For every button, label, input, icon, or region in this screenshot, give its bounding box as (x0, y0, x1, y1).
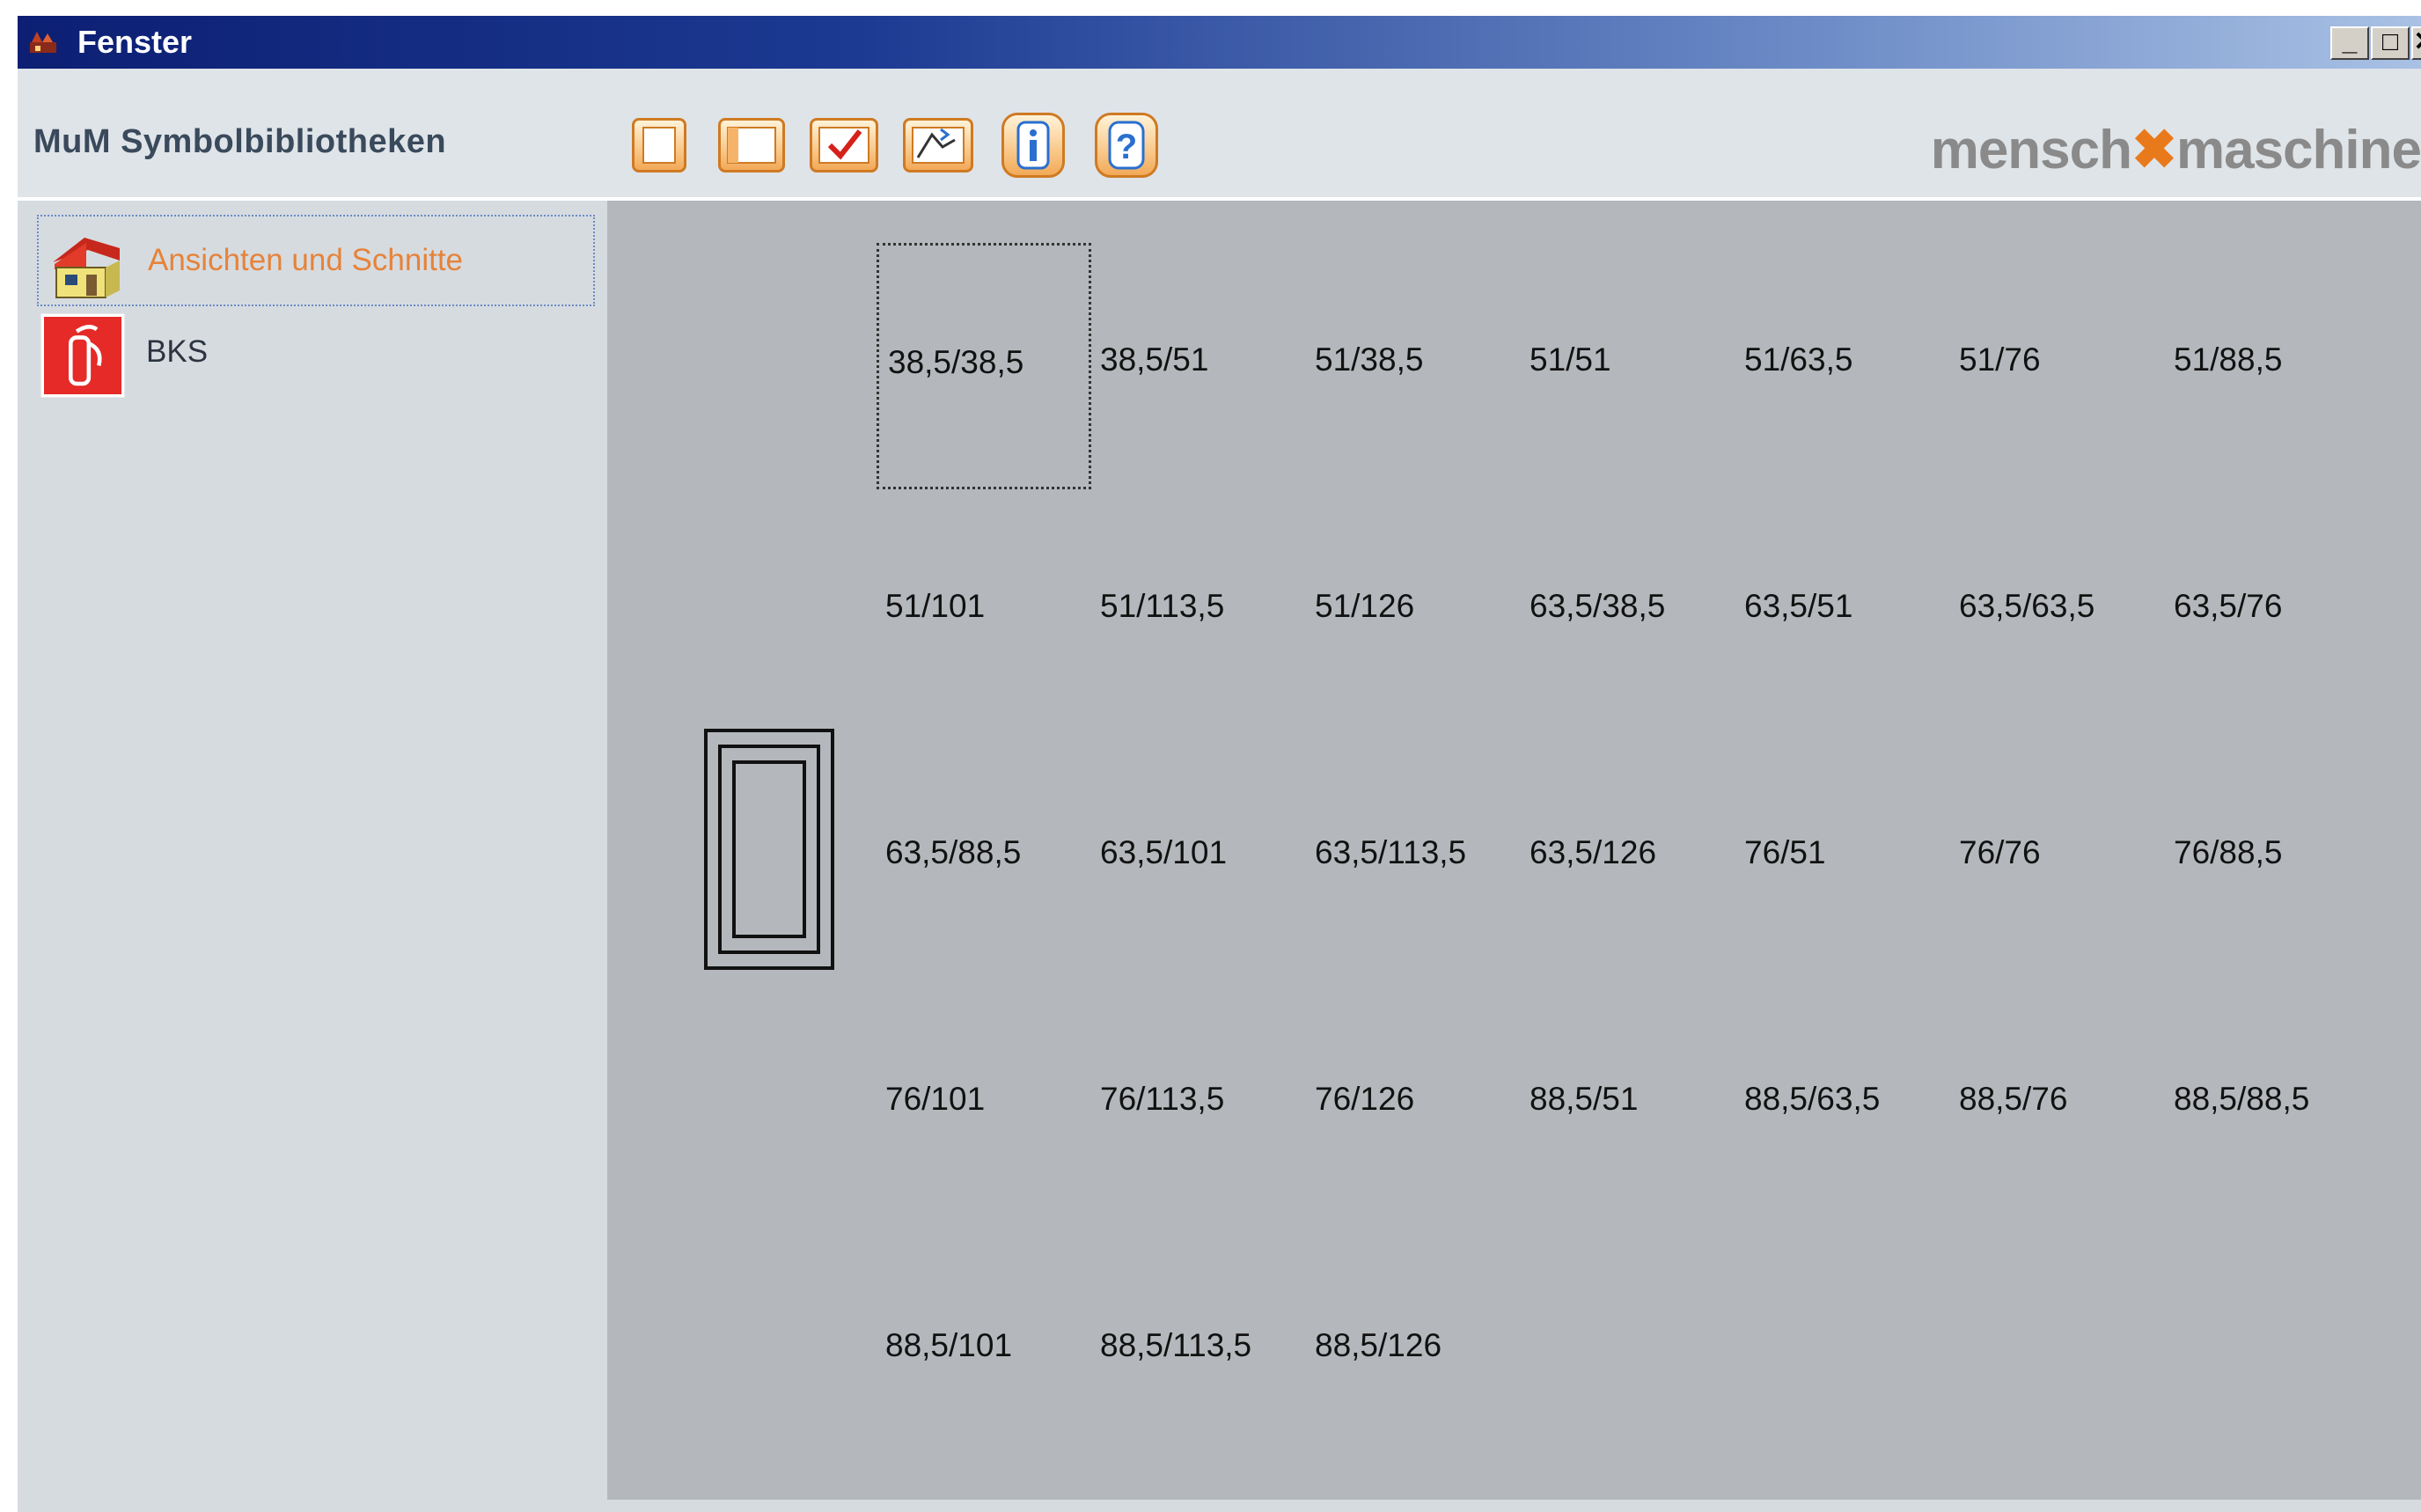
symbol-cell[interactable]: 76/51 (1735, 736, 1950, 982)
symbol-label: 76/76 (1959, 834, 2041, 870)
split-page-icon (727, 127, 776, 164)
symbol-cell[interactable]: 63,5/101 (1091, 736, 1306, 982)
symbol-label: 63,5/88,5 (885, 834, 1022, 870)
symbol-cell[interactable]: 63,5/38,5 (1521, 489, 1735, 736)
check-button[interactable] (810, 118, 878, 172)
symbol-label: 76/126 (1315, 1081, 1415, 1117)
symbol-cell[interactable]: 76/101 (877, 982, 1091, 1229)
symbol-cell[interactable]: 63,5/76 (2165, 489, 2380, 736)
symbol-label: 88,5/76 (1959, 1081, 2068, 1117)
window-title: Fenster (77, 24, 193, 60)
symbol-cell[interactable]: 88,5/63,5 (1735, 982, 1950, 1229)
symbol-label: 51/88,5 (2174, 341, 2283, 378)
symbol-cell[interactable]: 51/63,5 (1735, 243, 1950, 489)
fenster-window: Fenster _ □ ✕ MuM Symbolbibliotheken (18, 16, 2421, 1512)
symbol-cell[interactable]: 51/76 (1950, 243, 2165, 489)
info-button[interactable] (1001, 113, 1065, 178)
window-preview-icon (704, 729, 834, 970)
symbol-cell[interactable]: 51/38,5 (1306, 243, 1521, 489)
symbol-cell[interactable]: 76/88,5 (2165, 736, 2380, 982)
house-icon (53, 238, 120, 298)
company-logo: mensch✖maschine (1931, 120, 2421, 181)
symbol-cell[interactable]: 76/126 (1306, 982, 1521, 1229)
category-sidebar: Ansichten und Schnitte BKS (18, 201, 605, 1512)
symbol-cell[interactable]: 88,5/101 (877, 1229, 1091, 1475)
symbol-cell[interactable]: 51/113,5 (1091, 489, 1306, 736)
symbol-cell[interactable]: 51/51 (1521, 243, 1735, 489)
help-icon: ? (1108, 121, 1145, 170)
split-page-button[interactable] (718, 118, 785, 172)
logo-text-left: mensch (1930, 120, 2132, 180)
title-bar: Fenster _ □ ✕ (18, 16, 2421, 69)
symbol-cell[interactable]: 38,5/51 (1091, 243, 1306, 489)
symbol-cell[interactable]: 88,5/51 (1521, 982, 1735, 1229)
logo-text-right: maschine (2175, 120, 2421, 180)
symbol-label: 76/101 (885, 1081, 986, 1117)
blank-page-icon (642, 127, 676, 164)
symbol-cell[interactable]: 76/76 (1950, 736, 2165, 982)
symbol-label: 88,5/113,5 (1100, 1327, 1252, 1363)
symbol-cell[interactable]: 88,5/113,5 (1091, 1229, 1306, 1475)
symbol-label: 76/88,5 (2174, 834, 2283, 870)
symbol-label: 63,5/76 (2174, 588, 2283, 624)
symbol-cell[interactable]: 63,5/88,5 (877, 736, 1091, 982)
symbol-cell[interactable]: 63,5/51 (1735, 489, 1950, 736)
maximize-button[interactable]: □ (2371, 26, 2410, 60)
symbol-label: 63,5/101 (1100, 834, 1228, 870)
symbol-label: 76/51 (1744, 834, 1826, 870)
symbol-grid: 38,5/38,5 38,5/51 51/38,5 51/51 51/63,5 51/76… (607, 201, 2421, 1500)
symbol-cell[interactable]: 76/113,5 (1091, 982, 1306, 1229)
symbol-cell[interactable]: 51/126 (1306, 489, 1521, 736)
help-button[interactable]: ? (1095, 113, 1158, 178)
symbol-label: 88,5/88,5 (2174, 1081, 2310, 1117)
edit-shape-icon (912, 127, 965, 164)
logo-mark-icon: ✖ (2131, 120, 2177, 180)
symbol-label: 63,5/51 (1744, 588, 1853, 624)
sidebar-item-label: Ansichten und Schnitte (148, 243, 464, 277)
symbol-label: 38,5/38,5 (888, 344, 1024, 380)
symbol-cell[interactable]: 63,5/126 (1521, 736, 1735, 982)
symbol-label: 63,5/126 (1530, 834, 1657, 870)
svg-text:?: ? (1116, 128, 1137, 166)
symbol-label: 51/101 (885, 588, 986, 624)
symbol-label: 76/113,5 (1100, 1081, 1225, 1117)
symbol-cell[interactable]: 51/101 (877, 489, 1091, 736)
app-label: MuM Symbolbibliotheken (33, 123, 447, 160)
symbol-label: 88,5/101 (885, 1327, 1013, 1363)
checkmark-icon (818, 127, 869, 164)
symbol-label: 51/38,5 (1315, 341, 1424, 378)
symbol-label: 88,5/63,5 (1744, 1081, 1881, 1117)
symbol-label: 51/51 (1530, 341, 1611, 378)
app-icon (30, 32, 56, 53)
blank-page-button[interactable] (632, 118, 686, 172)
symbol-label: 51/113,5 (1100, 588, 1225, 624)
header-bar: MuM Symbolbibliotheken ? mensch✖maschine (18, 69, 2421, 201)
symbol-label: 88,5/51 (1530, 1081, 1639, 1117)
fire-extinguisher-icon (40, 313, 125, 398)
symbol-label: 38,5/51 (1100, 341, 1209, 378)
edit-shape-button[interactable] (903, 118, 973, 172)
sidebar-item-label: BKS (146, 334, 209, 369)
close-button[interactable]: ✕ (2411, 26, 2421, 60)
symbol-cell[interactable]: 51/88,5 (2165, 243, 2380, 489)
symbol-label: 88,5/126 (1315, 1327, 1442, 1363)
sidebar-item-ansichten[interactable]: Ansichten und Schnitte (37, 215, 595, 306)
sidebar-item-bks[interactable]: BKS (37, 308, 595, 400)
symbol-cell[interactable]: 88,5/126 (1306, 1229, 1521, 1475)
symbol-label: 51/76 (1959, 341, 2041, 378)
symbol-cell[interactable]: 63,5/63,5 (1950, 489, 2165, 736)
symbol-cell[interactable]: 88,5/76 (1950, 982, 2165, 1229)
symbol-cell[interactable]: 38,5/38,5 (877, 243, 1091, 489)
symbol-label: 51/126 (1315, 588, 1415, 624)
symbol-label: 63,5/38,5 (1530, 588, 1666, 624)
symbol-label: 63,5/113,5 (1315, 834, 1467, 870)
symbol-label: 51/63,5 (1744, 341, 1853, 378)
minimize-button[interactable]: _ (2330, 26, 2369, 60)
symbol-cell[interactable]: 63,5/113,5 (1306, 736, 1521, 982)
info-icon (1016, 121, 1050, 170)
symbol-cell[interactable]: 88,5/88,5 (2165, 982, 2380, 1229)
symbol-label: 63,5/63,5 (1959, 588, 2095, 624)
